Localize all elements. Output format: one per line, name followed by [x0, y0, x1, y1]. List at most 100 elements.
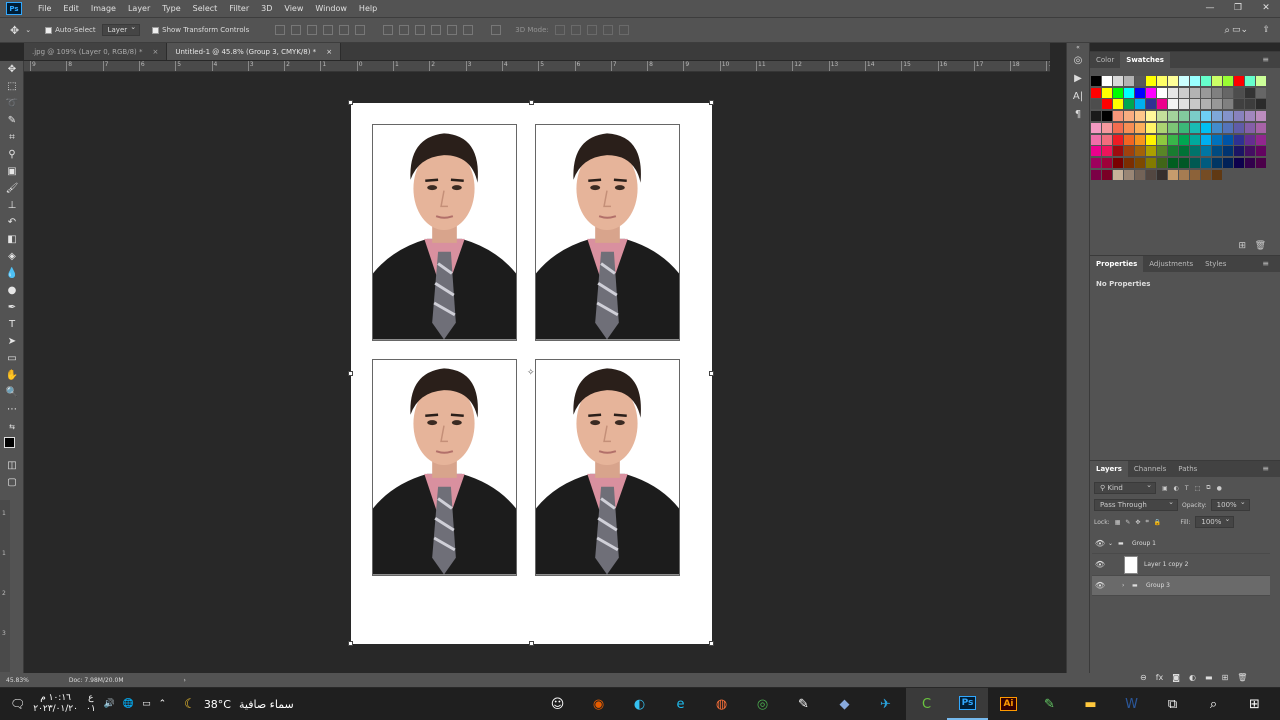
eyedropper-tool-icon[interactable]: ⚲: [0, 146, 24, 163]
swatch[interactable]: [1190, 134, 1200, 145]
swatch[interactable]: [1168, 111, 1178, 122]
swatch[interactable]: [1146, 146, 1156, 157]
swatch[interactable]: [1234, 146, 1244, 157]
swatch[interactable]: [1245, 157, 1255, 168]
horizontal-ruler[interactable]: 987654321012345678910111213141516171819: [24, 61, 1050, 72]
transform-handle[interactable]: [348, 100, 353, 105]
menu-image[interactable]: Image: [85, 4, 122, 13]
3d-slide-icon[interactable]: [602, 25, 613, 35]
swatch[interactable]: [1256, 134, 1266, 145]
swatch[interactable]: [1212, 169, 1222, 180]
delete-swatch-icon[interactable]: 🗑: [1255, 241, 1266, 251]
chevron-down-icon[interactable]: ⌄: [25, 26, 31, 34]
menu-edit[interactable]: Edit: [57, 4, 85, 13]
lock-pixels-icon[interactable]: ▦: [1115, 519, 1121, 526]
align-center-icon[interactable]: [339, 25, 350, 35]
swatch[interactable]: [1113, 134, 1123, 145]
swatch[interactable]: [1256, 122, 1266, 133]
swatch[interactable]: [1190, 87, 1200, 98]
swatch[interactable]: [1102, 146, 1112, 157]
marquee-tool-icon[interactable]: ⬚: [0, 78, 24, 95]
swatch[interactable]: [1234, 134, 1244, 145]
telegram-app-icon[interactable]: ✈: [865, 688, 906, 720]
weather-moon-icon[interactable]: ☾: [184, 697, 196, 712]
swatch[interactable]: [1190, 122, 1200, 133]
swatch[interactable]: [1179, 146, 1189, 157]
eye-icon[interactable]: 👁: [1092, 560, 1108, 569]
swatch[interactable]: [1113, 111, 1123, 122]
passport-photo[interactable]: [535, 359, 680, 576]
swatch[interactable]: [1146, 122, 1156, 133]
swatch[interactable]: [1091, 99, 1101, 110]
start-icon[interactable]: ⊞: [1234, 688, 1275, 720]
transform-handle[interactable]: [709, 100, 714, 105]
swatch[interactable]: [1135, 157, 1145, 168]
swatch[interactable]: [1212, 99, 1222, 110]
menu-file[interactable]: File: [32, 4, 57, 13]
swatch[interactable]: [1179, 99, 1189, 110]
swatch[interactable]: [1146, 99, 1156, 110]
firefox-app-icon[interactable]: ◍: [701, 688, 742, 720]
swatch[interactable]: [1113, 99, 1123, 110]
swatch[interactable]: [1190, 99, 1200, 110]
passport-photo[interactable]: [535, 124, 680, 341]
chevron-right-icon[interactable]: ›: [1122, 582, 1132, 589]
history-brush-tool-icon[interactable]: ↶: [0, 214, 24, 231]
swatch[interactable]: [1135, 87, 1145, 98]
swatch[interactable]: [1256, 99, 1266, 110]
swatch[interactable]: [1223, 122, 1233, 133]
restore-button[interactable]: ❐: [1224, 0, 1252, 17]
swatch[interactable]: [1212, 146, 1222, 157]
swatch[interactable]: [1168, 122, 1178, 133]
swatch[interactable]: [1102, 169, 1112, 180]
swatch[interactable]: [1146, 87, 1156, 98]
chevron-down-icon[interactable]: ⌄: [1108, 540, 1118, 547]
swatch[interactable]: [1113, 122, 1123, 133]
swatch[interactable]: [1091, 157, 1101, 168]
internet-explorer-icon[interactable]: e: [660, 688, 701, 720]
close-icon[interactable]: ×: [326, 48, 332, 56]
close-icon[interactable]: ×: [152, 48, 158, 56]
swatch[interactable]: [1091, 169, 1101, 180]
menu-view[interactable]: View: [278, 4, 309, 13]
swatch[interactable]: [1245, 76, 1255, 86]
task-view-icon[interactable]: ⧉: [1152, 688, 1193, 720]
camtasia-app-icon[interactable]: C: [906, 688, 947, 720]
swatch[interactable]: [1124, 146, 1134, 157]
blur-tool-icon[interactable]: 💧: [0, 265, 24, 282]
chevron-up-icon[interactable]: ⌃: [159, 699, 167, 709]
quick-mask-icon[interactable]: ◫: [0, 457, 24, 474]
swap-colors-icon[interactable]: ⇆: [0, 418, 24, 435]
swatch[interactable]: [1201, 122, 1211, 133]
swatch[interactable]: [1157, 122, 1167, 133]
swatch[interactable]: [1223, 76, 1233, 86]
swatch[interactable]: [1212, 111, 1222, 122]
3d-rotate-icon[interactable]: [554, 25, 565, 35]
swatch[interactable]: [1102, 111, 1112, 122]
word-app-icon[interactable]: W: [1111, 688, 1152, 720]
pen-tool-icon[interactable]: ✒: [0, 299, 24, 316]
swatch[interactable]: [1168, 99, 1178, 110]
menu-filter[interactable]: Filter: [223, 4, 255, 13]
lock-image-icon[interactable]: ✎: [1125, 519, 1130, 526]
swatch[interactable]: [1102, 122, 1112, 133]
swatch[interactable]: [1157, 157, 1167, 168]
swatch[interactable]: [1179, 157, 1189, 168]
distribute-center-icon[interactable]: [447, 25, 458, 35]
tab-swatches[interactable]: Swatches: [1120, 52, 1170, 68]
brush-tool-icon[interactable]: 🖌: [0, 180, 24, 197]
more-tools-icon[interactable]: ⋯: [0, 401, 24, 418]
zoom-tool-icon[interactable]: 🔍: [0, 384, 24, 401]
swatch[interactable]: [1223, 157, 1233, 168]
search-icon[interactable]: ⌕: [1224, 25, 1230, 36]
transform-handle[interactable]: [709, 371, 714, 376]
document-canvas[interactable]: ✧: [348, 100, 714, 646]
swatch[interactable]: [1179, 169, 1189, 180]
auto-select-dropdown[interactable]: Layer: [101, 23, 141, 36]
tab-untitled-1[interactable]: Untitled-1 @ 45.8% (Group 3, CMYK/8) * ×: [167, 43, 342, 60]
swatch[interactable]: [1146, 169, 1156, 180]
opacity-input[interactable]: 100%: [1210, 498, 1250, 511]
swatch[interactable]: [1124, 169, 1134, 180]
smart-filter-icon[interactable]: ⧉: [1206, 484, 1210, 492]
actions-play-icon[interactable]: ▶: [1067, 69, 1089, 87]
